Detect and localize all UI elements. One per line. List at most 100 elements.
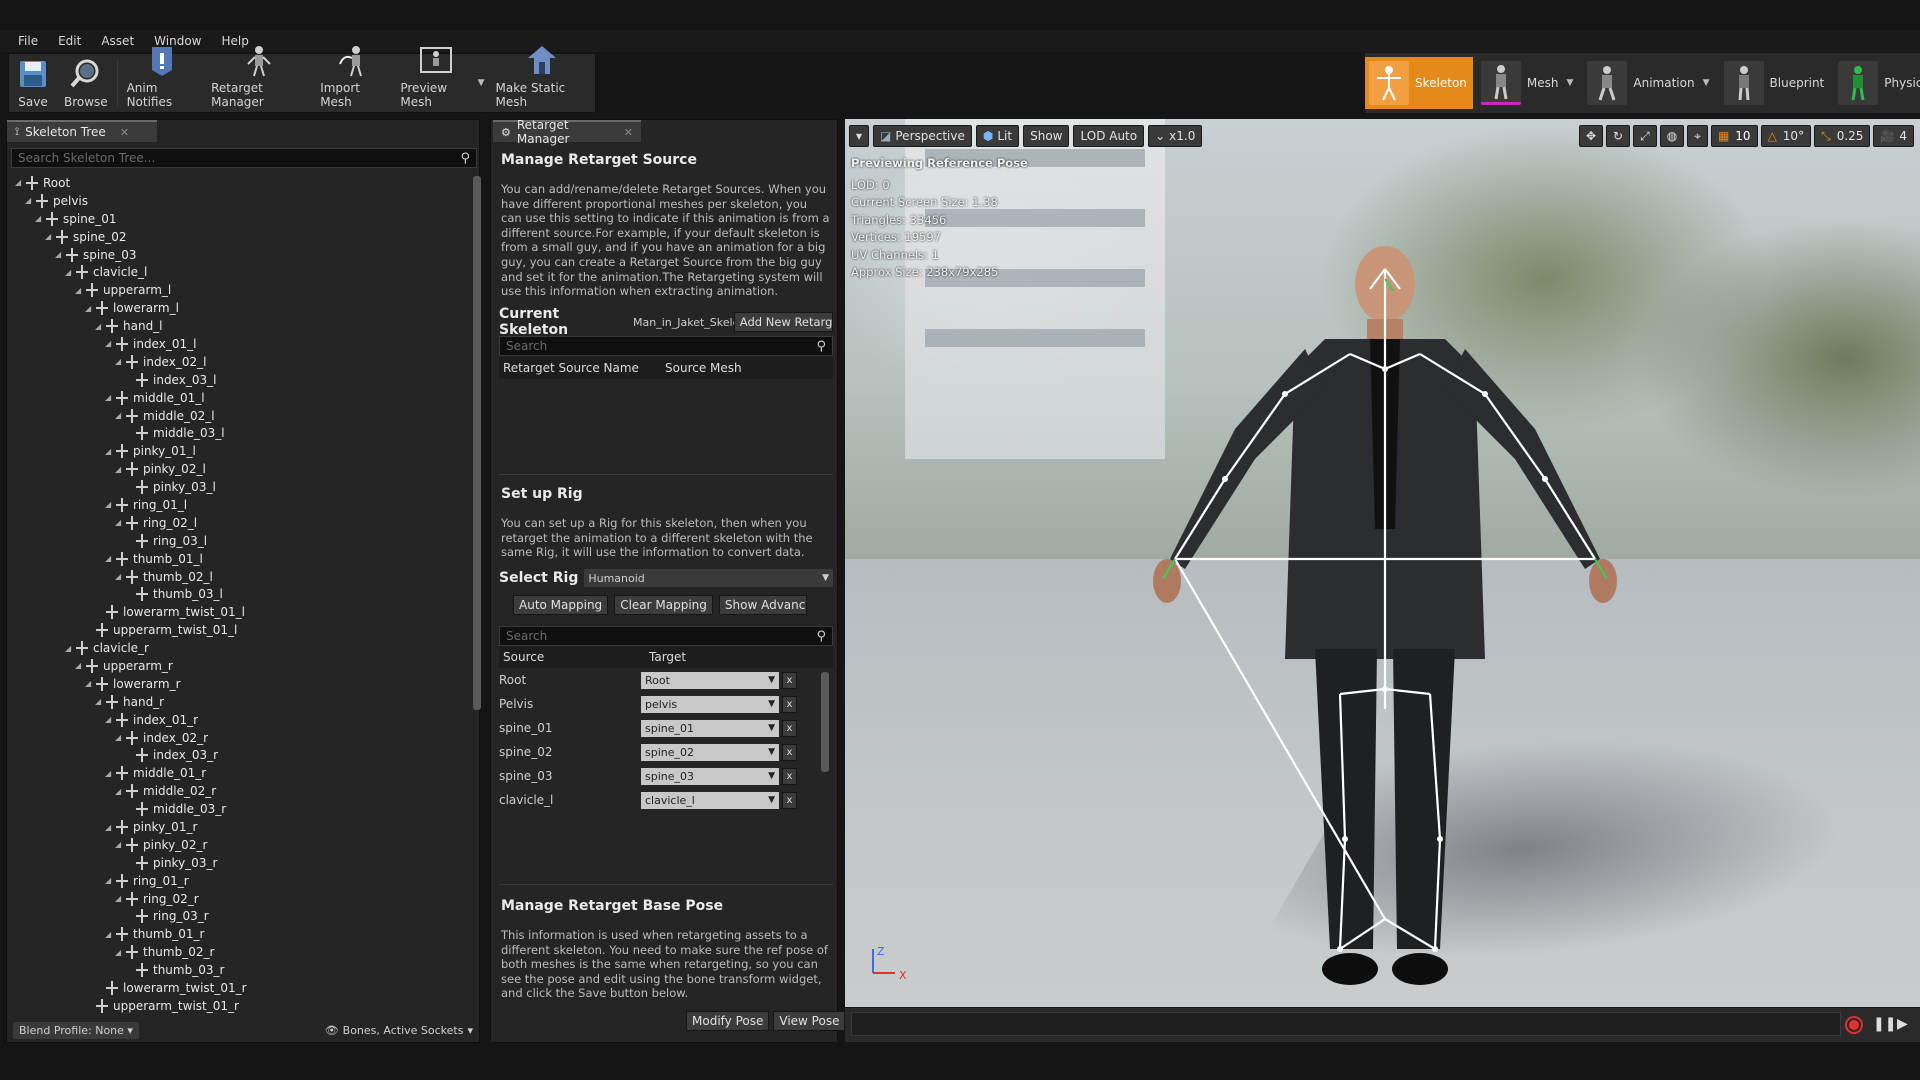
expand-arrow-icon[interactable]: ◢: [115, 411, 123, 420]
tree-row[interactable]: pinky_03_r: [15, 854, 471, 872]
expand-arrow-icon[interactable]: ◢: [25, 196, 33, 205]
expand-arrow-icon[interactable]: ◢: [105, 823, 113, 832]
tree-row[interactable]: upperarm_twist_01_r: [15, 997, 471, 1014]
clear-mapping-x-button[interactable]: x: [782, 743, 797, 761]
expand-arrow-icon[interactable]: ◢: [115, 840, 123, 849]
lod-button[interactable]: LOD Auto: [1073, 125, 1145, 147]
tree-row[interactable]: ◢ thumb_02_r: [15, 943, 471, 961]
scale-snap-button[interactable]: ⤡ 0.25: [1814, 125, 1871, 147]
expand-arrow-icon[interactable]: ◢: [95, 697, 103, 706]
mode-animation-button[interactable]: Animation ▼: [1583, 57, 1715, 109]
tree-row[interactable]: ◢ pelvis: [15, 192, 471, 210]
tree-row[interactable]: ◢ ring_02_r: [15, 890, 471, 908]
tree-row[interactable]: ◢ spine_03: [15, 246, 471, 264]
expand-arrow-icon[interactable]: ◢: [75, 286, 83, 295]
import-mesh-button[interactable]: Import Mesh: [313, 46, 393, 112]
grid-snap-button[interactable]: ▦ 10: [1710, 125, 1758, 147]
tree-row[interactable]: thumb_03_r: [15, 961, 471, 979]
mapping-target-select[interactable]: clavicle_l ▼: [641, 791, 779, 809]
expand-arrow-icon[interactable]: ◢: [75, 661, 83, 670]
rotation-snap-button[interactable]: △ 10°: [1760, 125, 1812, 147]
mode-skeleton-button[interactable]: Skeleton: [1365, 57, 1473, 109]
tree-row[interactable]: ◢ ring_02_l: [15, 514, 471, 532]
tree-row[interactable]: ◢ ring_01_l: [15, 496, 471, 514]
tree-row[interactable]: middle_03_r: [15, 800, 471, 818]
mode-blueprint-button[interactable]: Blueprint: [1720, 57, 1831, 109]
view-pose-button[interactable]: View Pose: [773, 1011, 846, 1031]
expand-arrow-icon[interactable]: ◢: [105, 447, 113, 456]
preview-viewport[interactable]: ▾ ◪ Perspective ⬢ Lit Show LOD Auto ⌄ x1.0 …: [845, 119, 1920, 1007]
camera-speed-button[interactable]: 🎥 4: [1873, 125, 1914, 147]
select-rig-dropdown[interactable]: Humanoid ▼: [584, 569, 833, 587]
expand-arrow-icon[interactable]: ◢: [115, 572, 123, 581]
playback-speed-button[interactable]: ⌄ x1.0: [1148, 125, 1203, 147]
mapping-target-select[interactable]: Root ▼: [641, 671, 779, 689]
expand-arrow-icon[interactable]: ◢: [95, 322, 103, 331]
tree-row[interactable]: ring_03_r: [15, 908, 471, 926]
preview-mesh-dropdown-icon[interactable]: ▼: [478, 78, 485, 88]
tree-row[interactable]: ◢ clavicle_l: [15, 263, 471, 281]
expand-arrow-icon[interactable]: ◢: [115, 357, 123, 366]
perspective-button[interactable]: ◪ Perspective: [873, 125, 972, 147]
show-advanced-button[interactable]: Show Advanced: [718, 595, 807, 615]
blend-profile-dropdown[interactable]: Blend Profile: None ▾: [13, 1021, 139, 1039]
tree-row[interactable]: upperarm_twist_01_l: [15, 621, 471, 639]
close-icon[interactable]: ✕: [120, 126, 129, 139]
expand-arrow-icon[interactable]: ◢: [105, 930, 113, 939]
tree-row[interactable]: ◢ spine_01: [15, 210, 471, 228]
source-mesh-column[interactable]: Source Mesh: [665, 361, 742, 375]
mesh-dropdown-icon[interactable]: ▼: [1566, 78, 1573, 88]
expand-arrow-icon[interactable]: ◢: [105, 339, 113, 348]
tree-row[interactable]: middle_03_l: [15, 424, 471, 442]
menu-file[interactable]: File: [8, 34, 48, 48]
tree-row[interactable]: ◢ ring_01_r: [15, 872, 471, 890]
expand-arrow-icon[interactable]: ◢: [115, 733, 123, 742]
expand-arrow-icon[interactable]: ◢: [105, 715, 113, 724]
tree-row[interactable]: ◢ lowerarm_l: [15, 299, 471, 317]
expand-arrow-icon[interactable]: ◢: [105, 393, 113, 402]
character-mesh[interactable]: [1115, 229, 1655, 989]
anim-notifies-button[interactable]: Anim Notifies: [120, 47, 205, 112]
bones-filter-dropdown[interactable]: 👁 Bones, Active Sockets ▾: [325, 1024, 473, 1037]
retarget-source-search-input[interactable]: Search ⚲: [499, 336, 833, 356]
expand-arrow-icon[interactable]: ◢: [115, 894, 123, 903]
tree-row[interactable]: ◢ lowerarm_r: [15, 675, 471, 693]
save-button[interactable]: Save: [9, 54, 57, 112]
close-icon[interactable]: ✕: [624, 126, 633, 139]
clear-mapping-x-button[interactable]: x: [782, 719, 797, 737]
expand-arrow-icon[interactable]: ◢: [105, 769, 113, 778]
expand-arrow-icon[interactable]: ◢: [55, 250, 63, 259]
tree-row[interactable]: ◢ middle_01_l: [15, 389, 471, 407]
expand-arrow-icon[interactable]: ◢: [115, 518, 123, 527]
tree-row[interactable]: pinky_03_l: [15, 478, 471, 496]
lit-button[interactable]: ⬢ Lit: [975, 125, 1020, 147]
clear-mapping-button[interactable]: Clear Mapping: [614, 595, 713, 615]
tree-row[interactable]: ring_03_l: [15, 532, 471, 550]
record-button[interactable]: [1845, 1016, 1863, 1034]
expand-arrow-icon[interactable]: ◢: [35, 214, 43, 223]
mapping-target-select[interactable]: pelvis ▼: [641, 695, 779, 713]
expand-arrow-icon[interactable]: ◢: [115, 948, 123, 957]
tree-row[interactable]: ◢ hand_l: [15, 317, 471, 335]
tree-row[interactable]: ◢ pinky_01_r: [15, 818, 471, 836]
retarget-manager-button[interactable]: Retarget Manager: [204, 46, 313, 112]
scale-mode-button[interactable]: ⤢: [1633, 125, 1657, 147]
clear-mapping-x-button[interactable]: x: [782, 767, 797, 785]
rotate-mode-button[interactable]: ↻: [1606, 125, 1631, 147]
show-button[interactable]: Show: [1023, 125, 1070, 147]
tree-row[interactable]: thumb_03_l: [15, 585, 471, 603]
world-local-button[interactable]: ◍: [1659, 125, 1685, 147]
modify-pose-button[interactable]: Modify Pose: [686, 1011, 770, 1031]
tree-row[interactable]: ◢ thumb_01_l: [15, 550, 471, 568]
expand-arrow-icon[interactable]: ◢: [105, 554, 113, 563]
mapping-target-select[interactable]: spine_02 ▼: [641, 743, 779, 761]
clear-mapping-x-button[interactable]: x: [782, 791, 797, 809]
tree-row[interactable]: ◢ middle_02_r: [15, 782, 471, 800]
surface-snap-button[interactable]: ⌖: [1687, 125, 1708, 147]
expand-arrow-icon[interactable]: ◢: [65, 644, 73, 653]
tree-row[interactable]: ◢ index_02_l: [15, 353, 471, 371]
make-static-mesh-button[interactable]: Make Static Mesh: [489, 46, 595, 112]
mapping-target-select[interactable]: spine_03 ▼: [641, 767, 779, 785]
mode-physics-button[interactable]: Physics: [1834, 57, 1920, 109]
mapping-target-select[interactable]: spine_01 ▼: [641, 719, 779, 737]
